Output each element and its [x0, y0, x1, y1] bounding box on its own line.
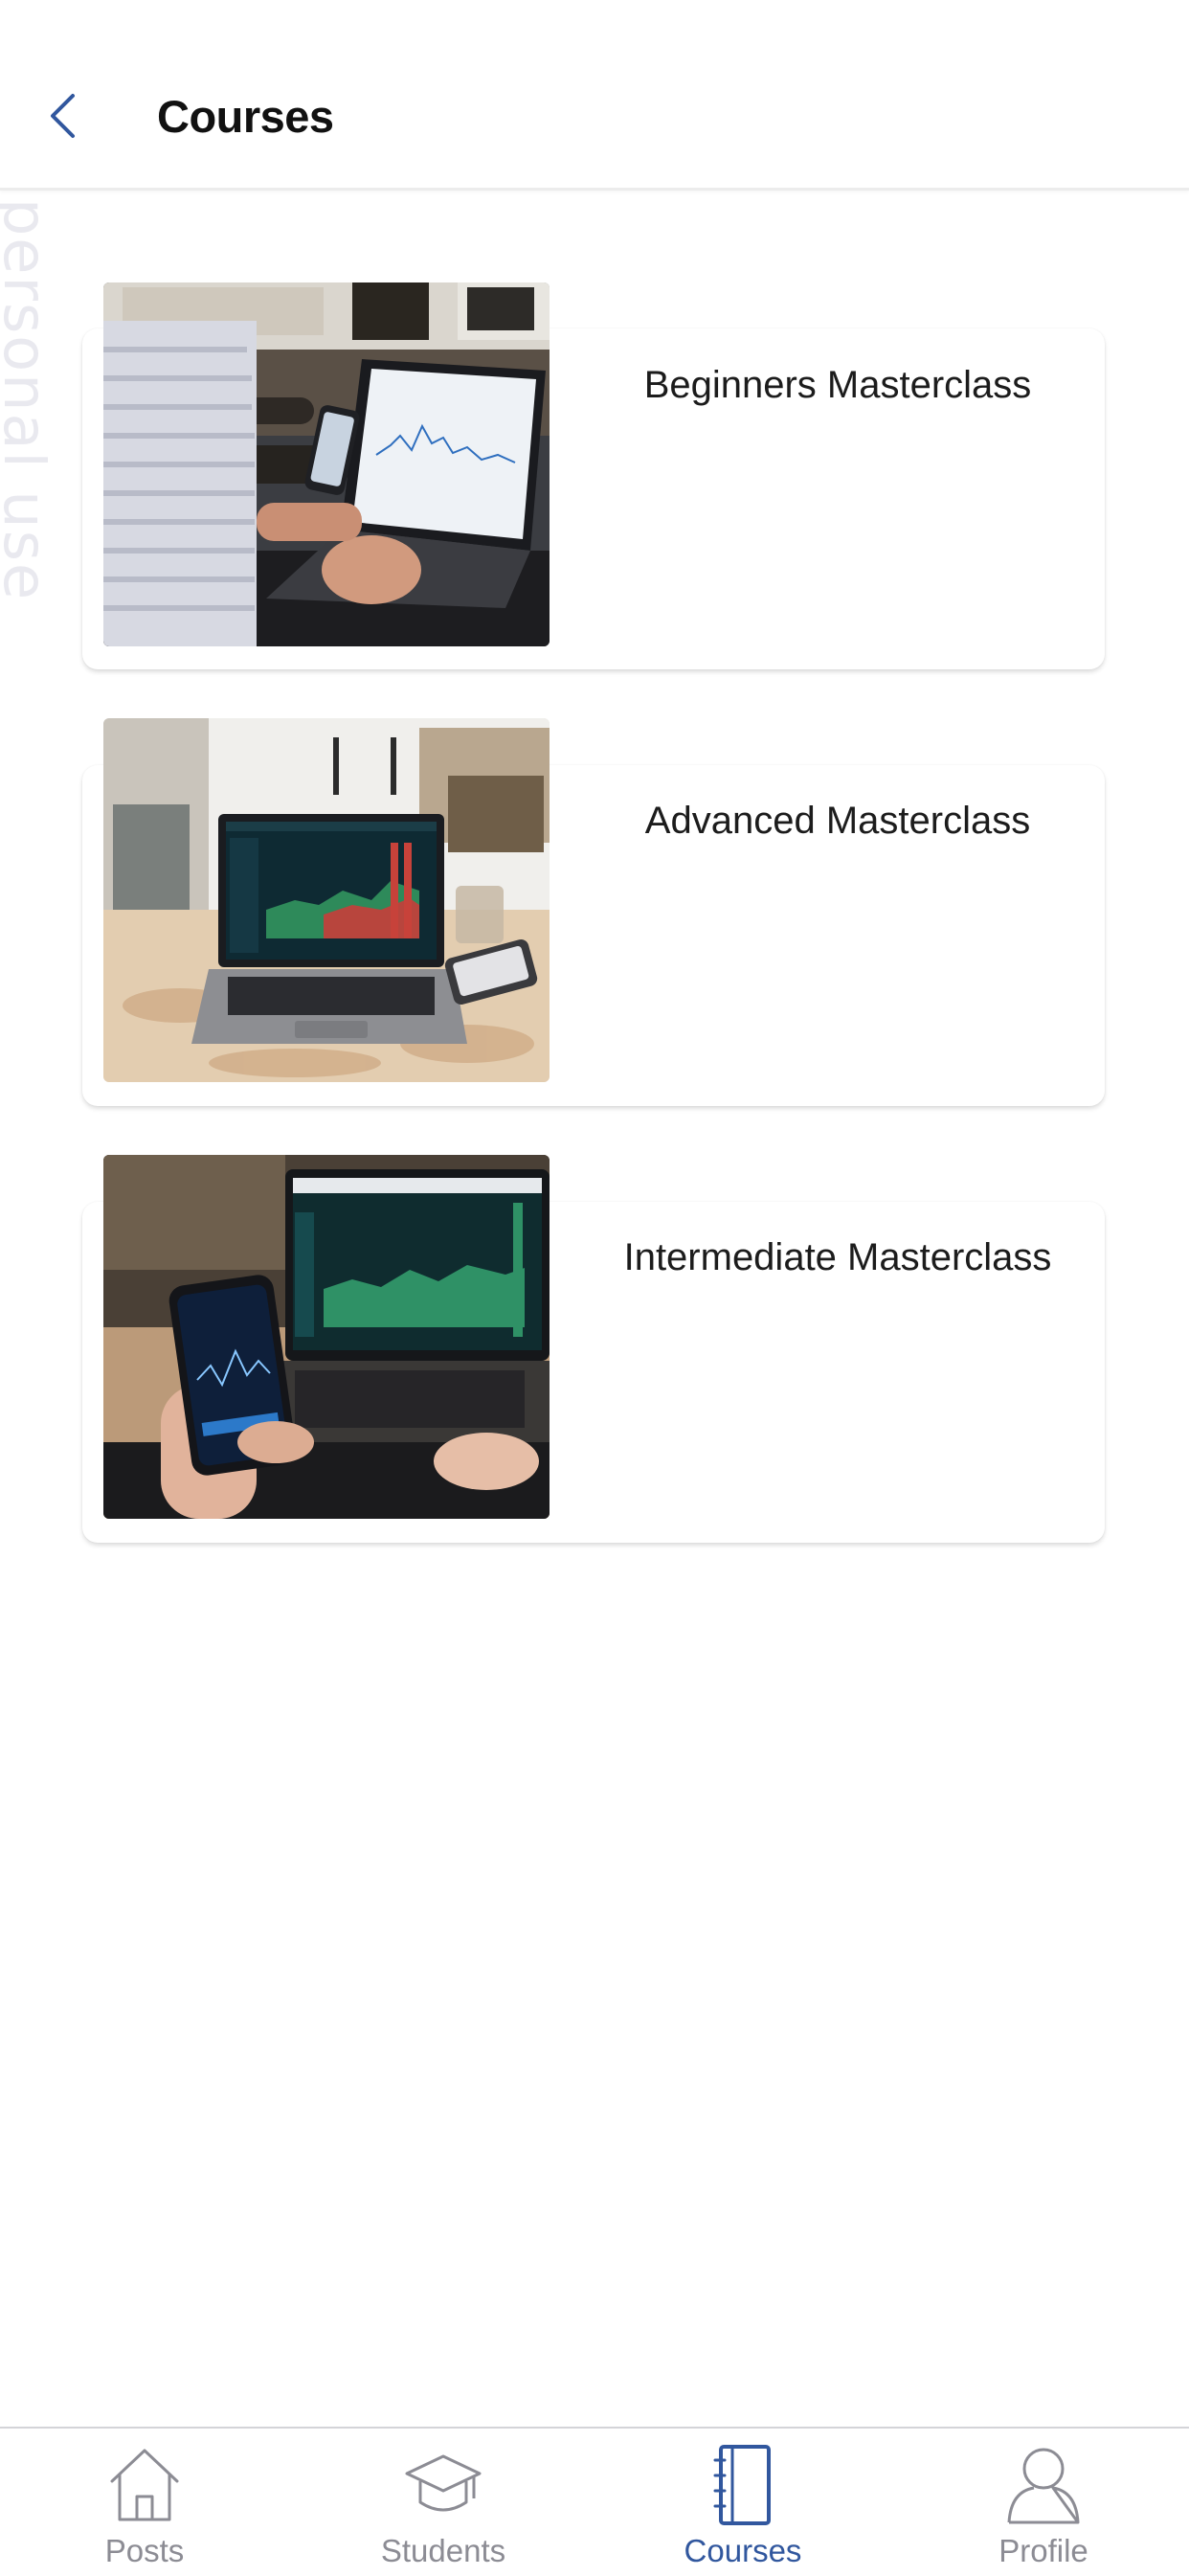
course-thumbnail-advanced[interactable] [103, 718, 550, 1082]
tab-courses-label: Courses [684, 2533, 802, 2568]
page-title: Courses [157, 91, 334, 142]
notebook-icon [700, 2442, 786, 2528]
user-icon [1000, 2442, 1087, 2528]
course-title-advanced: Advanced Masterclass [644, 800, 1031, 842]
course-thumbnail-intermediate[interactable] [103, 1155, 550, 1519]
tab-profile-label: Profile [998, 2533, 1088, 2568]
graduation-cap-icon [400, 2442, 486, 2528]
tab-students-label: Students [380, 2533, 506, 2568]
back-button[interactable] [38, 82, 86, 149]
laptop-and-phone-chart-photo [103, 282, 550, 646]
phone-and-laptop-trading-photo [103, 1155, 550, 1519]
chevron-left-icon [51, 94, 75, 138]
course-title-intermediate: Intermediate Masterclass [623, 1236, 1052, 1278]
course-thumbnail-beginners[interactable] [103, 282, 550, 646]
tab-posts-label: Posts [104, 2533, 185, 2568]
tab-students[interactable]: Students [338, 2442, 549, 2572]
tab-courses[interactable]: Courses [638, 2442, 848, 2572]
tab-posts[interactable]: Posts [39, 2442, 250, 2572]
tab-profile[interactable]: Profile [938, 2442, 1149, 2572]
laptop-trading-dashboard-photo [103, 718, 550, 1082]
course-title-beginners: Beginners Masterclass [643, 364, 1032, 406]
home-icon [101, 2442, 188, 2528]
bottom-tab-bar: Posts Students Courses Profile [0, 2427, 1189, 2576]
header: Courses [0, 0, 1189, 191]
